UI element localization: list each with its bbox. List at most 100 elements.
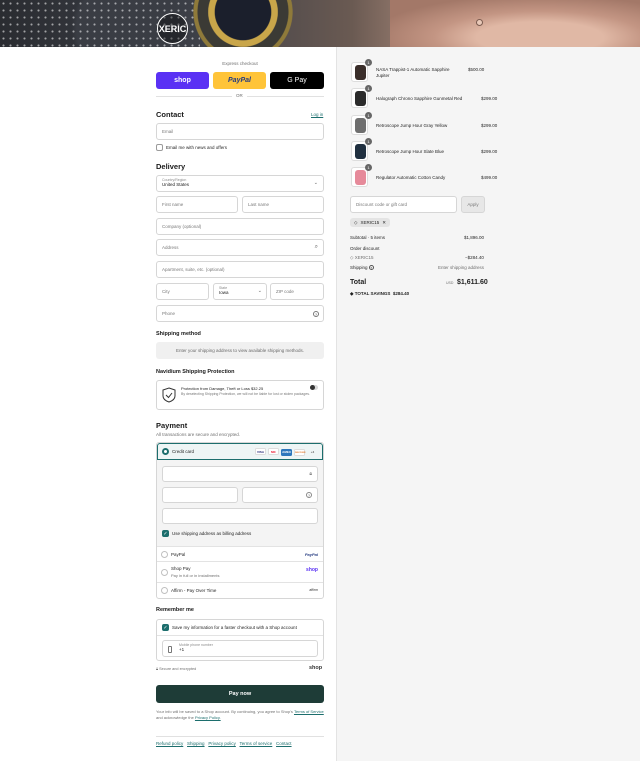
hero-hand — [390, 0, 640, 47]
shop-pay-button[interactable]: shop — [156, 72, 209, 89]
card-badges: VISA MC AMEX DISCOVER +4 — [253, 448, 318, 456]
phone-icon — [168, 646, 172, 653]
search-icon: ⌕ — [314, 244, 318, 250]
cart-item: 1 Retroscope Jump Hour Slate Blue $299.0… — [351, 138, 497, 162]
subtotal-value: $1,896.00 — [464, 235, 485, 240]
discount-code-row: ◇ XERIC15 — [350, 255, 374, 261]
country-select[interactable]: Country/Region United States ⌄ — [156, 175, 324, 192]
footer-links: Refund policy Shipping Privacy policy Te… — [156, 741, 292, 746]
product-price: $500.00 — [468, 67, 485, 72]
apply-button[interactable]: Apply — [461, 196, 485, 213]
news-checkbox[interactable] — [156, 144, 163, 151]
credit-card-radio[interactable] — [162, 448, 169, 455]
paypal-button[interactable]: PayPal — [213, 72, 266, 89]
pay-now-button[interactable]: Pay now — [156, 685, 324, 703]
affirm-option[interactable]: Affirm - Pay Over Time affirm — [157, 582, 323, 598]
affirm-radio[interactable] — [161, 587, 168, 594]
terms-of-service-link[interactable]: Terms of service — [240, 741, 273, 746]
apartment-field[interactable]: Apartment, suite, etc. (optional) — [156, 261, 324, 278]
terms-link[interactable]: Terms of Service — [294, 709, 324, 714]
cart-item: 1 NASA Trappist-1 Automatic Sapphire Jup… — [351, 59, 491, 83]
shield-icon — [162, 387, 176, 403]
billing-checkbox[interactable]: ✓ — [162, 530, 169, 537]
save-info-checkbox[interactable]: ✓ — [162, 624, 169, 631]
address-field[interactable]: Address ⌕ — [156, 239, 324, 256]
product-price: $299.00 — [481, 123, 498, 128]
privacy-policy-link[interactable]: Privacy policy — [208, 741, 236, 746]
shipping-message: Enter your shipping address to view avai… — [156, 342, 324, 359]
product-name: Halograph Chrono Sapphire Gunmetal Red — [376, 96, 463, 101]
legal-text: Your info will be saved to a Shop accoun… — [156, 709, 324, 721]
shop-pay-sub: Pay in full or in installments — [171, 573, 220, 578]
login-link[interactable]: Log in — [311, 112, 323, 117]
email-field[interactable]: Email — [156, 123, 324, 140]
subtotal-label: Subtotal · 5 items — [350, 235, 386, 240]
tag-icon: ◇ — [354, 219, 358, 225]
google-pay-button[interactable]: G Pay — [270, 72, 324, 89]
card-number-field[interactable]: 🔒︎ — [162, 466, 318, 482]
quantity-badge: 1 — [365, 59, 372, 66]
shipping-heading: Shipping method — [156, 331, 201, 337]
shop-logo: shop — [306, 567, 318, 573]
payment-heading: Payment — [156, 421, 188, 430]
help-icon[interactable]: ? — [306, 492, 312, 498]
phone-field[interactable]: Phone ? — [156, 305, 324, 322]
discount-code: XERIC15 — [354, 255, 374, 260]
mastercard-icon: MC — [268, 448, 279, 455]
protection-heading: Navidium Shipping Protection — [156, 369, 235, 375]
help-icon[interactable]: ? — [368, 265, 374, 270]
company-field[interactable]: Company (optional) — [156, 218, 324, 235]
credit-card-option[interactable]: Credit card VISA MC AMEX DISCOVER +4 — [157, 443, 323, 460]
chevron-down-icon: ⌄ — [257, 288, 262, 294]
visa-icon: VISA — [255, 448, 266, 455]
tag-icon: ◆ — [350, 291, 354, 296]
privacy-link[interactable]: Privacy Policy. — [195, 715, 221, 720]
product-name: Retroscope Jump Hour Slate Blue — [376, 149, 445, 154]
news-label: Email me with news and offers — [166, 145, 227, 150]
city-field[interactable]: City — [156, 283, 209, 300]
affirm-logo: affirm — [309, 588, 318, 592]
product-name: Regulator Automatic Cotton Candy — [376, 175, 446, 180]
shipping-value: Enter shipping address — [438, 265, 485, 270]
cvv-field[interactable]: ? — [242, 487, 318, 503]
discount-input[interactable]: Discount code or gift card — [350, 196, 457, 213]
savings-value: $284.40 — [392, 291, 410, 296]
protection-line2: By deselecting Shipping Protection, we w… — [181, 392, 310, 396]
contact-link[interactable]: Contact — [276, 741, 292, 746]
order-discount-label: Order discount — [350, 246, 380, 251]
first-name-field[interactable]: First name — [156, 196, 238, 213]
credit-card-label: Credit card — [172, 449, 195, 454]
name-on-card-field[interactable] — [162, 508, 318, 524]
close-icon[interactable]: ✕ — [382, 220, 386, 226]
brand-logo[interactable]: XERIC — [157, 13, 188, 44]
help-icon[interactable]: ? — [313, 310, 319, 317]
zip-field[interactable]: ZIP code — [270, 283, 324, 300]
shop-pay-radio[interactable] — [161, 569, 168, 576]
cart-item: 1 Halograph Chrono Sapphire Gunmetal Red… — [351, 85, 497, 109]
mobile-phone-field[interactable]: Mobile phone number +1 — [162, 640, 318, 657]
last-name-field[interactable]: Last name — [242, 196, 324, 213]
shipping-label: Shipping — [350, 265, 368, 270]
card-form: 🔒︎ ? ✓ Use shipping address as billing a… — [157, 460, 323, 546]
cart-item: 1 Regulator Automatic Cotton Candy $499.… — [351, 164, 497, 188]
shipping-row: Shipping ? — [350, 265, 374, 270]
protection-toggle[interactable] — [310, 385, 318, 390]
expiry-field[interactable] — [162, 487, 238, 503]
paypal-radio[interactable] — [161, 551, 168, 558]
cart-icon[interactable] — [476, 19, 483, 26]
state-select[interactable]: State Iowa ⌄ — [213, 283, 267, 300]
shipping-link[interactable]: Shipping — [187, 741, 205, 746]
paypal-option[interactable]: PayPal PayPal — [157, 546, 323, 561]
address-placeholder: Address — [162, 245, 179, 250]
payment-subtitle: All transactions are secure and encrypte… — [156, 432, 241, 437]
refund-policy-link[interactable]: Refund policy — [156, 741, 183, 746]
amex-icon: AMEX — [281, 449, 292, 456]
save-info-label: Save my information for a faster checkou… — [172, 625, 297, 630]
billing-label: Use shipping address as billing address — [172, 531, 252, 536]
total-value: $1,611.60 — [457, 279, 488, 286]
discount-chip-code: XERIC15 — [360, 220, 380, 225]
quantity-badge: 1 — [365, 138, 372, 145]
shop-pay-option[interactable]: Shop Pay Pay in full or in installments … — [157, 561, 323, 582]
paypal-logo: PayPal — [304, 552, 318, 557]
remember-heading: Remember me — [156, 607, 194, 613]
